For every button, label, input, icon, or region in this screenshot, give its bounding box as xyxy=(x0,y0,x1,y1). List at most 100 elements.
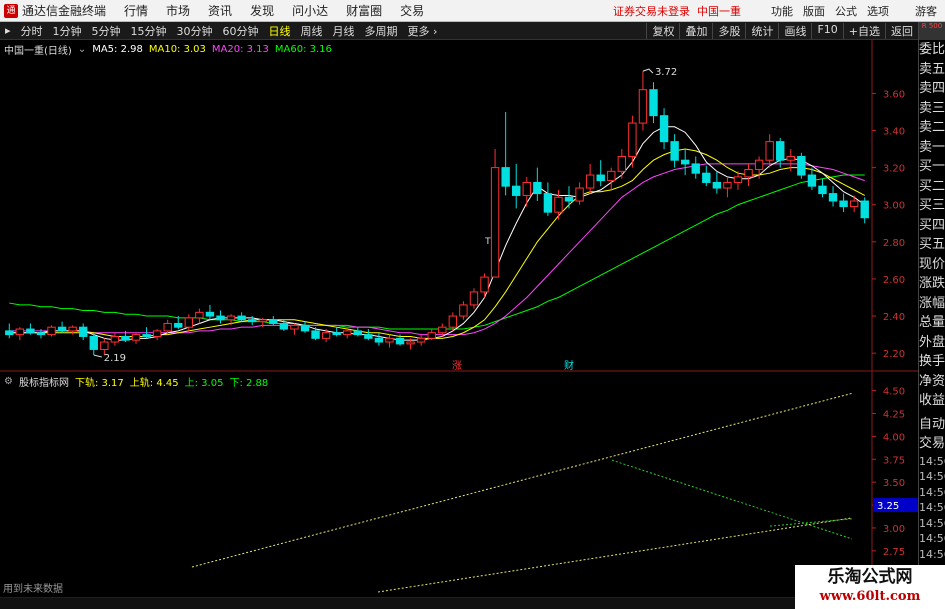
quote-field-15[interactable]: 外盘 xyxy=(919,333,945,353)
auto-trade-label-1[interactable]: 交易 xyxy=(919,434,945,454)
ma60-label: MA60: 3.16 xyxy=(274,43,332,55)
candle-body xyxy=(385,337,394,343)
quote-field-12[interactable]: 涨跌 xyxy=(919,274,945,294)
quote-field-18[interactable]: 收益 xyxy=(919,391,945,411)
quote-field-4[interactable]: 卖二 xyxy=(919,118,945,138)
chart-title: 中国一重(日线) xyxy=(4,45,72,57)
quote-field-0[interactable]: 委比 xyxy=(919,40,945,60)
candle-body xyxy=(311,330,320,339)
candle-body xyxy=(776,141,785,161)
watermark-url: www.60lt.com xyxy=(819,589,921,604)
candle-body xyxy=(247,319,257,323)
finance-badge: 财 xyxy=(564,359,574,372)
candle-body xyxy=(818,185,827,195)
candle-body xyxy=(15,328,25,336)
lower-rail-label: 下轨: 3.17 xyxy=(74,377,124,389)
candle-body xyxy=(459,304,468,317)
quote-field-9[interactable]: 买四 xyxy=(919,216,945,236)
candle-body xyxy=(131,334,141,341)
guest-login[interactable]: 游客 xyxy=(915,3,937,19)
indicator-tick-label: 4.25 xyxy=(883,409,905,420)
high-marker xyxy=(642,68,654,74)
down-label: 下: 2.88 xyxy=(229,377,269,389)
candle-body xyxy=(744,168,753,178)
tick-time: 14:56 xyxy=(919,501,945,514)
quote-badge: R 500 xyxy=(919,22,945,40)
chevron-down-icon[interactable]: ⌄ xyxy=(78,44,86,55)
auto-trade-label-0[interactable]: 自动 xyxy=(919,415,945,435)
indicator-tick-label: 4.00 xyxy=(883,432,905,443)
kline-chart[interactable]: 3.60 3.40 3.20 3.00 2.80 2.60 2.40 2.20 3.72 2.19… xyxy=(0,0,918,598)
quote-field-13[interactable]: 涨幅 xyxy=(919,294,945,314)
quote-field-1[interactable]: 卖五 xyxy=(919,60,945,80)
price-tick-label: 2.40 xyxy=(883,312,905,323)
candle-body xyxy=(860,200,869,219)
ma60-line xyxy=(9,174,865,330)
quote-field-6[interactable]: 买一 xyxy=(919,157,945,177)
candle-body xyxy=(364,334,373,339)
candle-body xyxy=(617,155,627,172)
candle-body xyxy=(638,89,648,124)
candle-body xyxy=(670,141,679,161)
candle-body xyxy=(797,155,806,176)
quote-field-7[interactable]: 买二 xyxy=(919,177,945,197)
candle-body xyxy=(332,332,341,336)
price-tick-label: 3.60 xyxy=(883,89,905,100)
limit-up-badge: 涨 xyxy=(452,360,462,372)
candle-body xyxy=(258,319,267,323)
candle-body xyxy=(469,291,479,306)
candle-body xyxy=(68,326,77,332)
candle-body xyxy=(723,181,732,189)
candle-body xyxy=(353,330,362,336)
price-tick-label: 3.00 xyxy=(883,201,905,212)
quote-field-17[interactable]: 净资 xyxy=(919,372,945,392)
bottom-bar xyxy=(0,598,795,609)
watermark-title: 乐淘公式网 xyxy=(827,567,913,587)
indicator-tick-label: 4.50 xyxy=(883,387,905,398)
candle-body xyxy=(438,326,447,334)
quote-field-8[interactable]: 买三 xyxy=(919,196,945,216)
candle-body xyxy=(290,324,299,330)
main-legend: 中国一重(日线) ⌄ MA5: 2.98 MA10: 3.03 MA20: 3.… xyxy=(0,41,332,57)
quote-field-2[interactable]: 卖四 xyxy=(919,79,945,99)
price-tick-label: 2.60 xyxy=(883,275,905,286)
candle-body xyxy=(649,89,658,117)
candle-body xyxy=(79,326,88,337)
indicator-tick-label: 3.75 xyxy=(883,455,905,466)
quote-field-16[interactable]: 换手 xyxy=(919,352,945,372)
price-tick-label: 2.20 xyxy=(883,349,905,360)
candle-body xyxy=(26,328,35,334)
tick-time: 14:56 xyxy=(919,454,945,468)
quote-field-3[interactable]: 卖三 xyxy=(919,99,945,119)
tick-time: 14:56 xyxy=(919,532,945,545)
future-data-note: 用到未来数据 xyxy=(3,582,63,595)
quote-panel: R 500 委比 卖五 卖四 卖三 卖二 卖一 买一 买二 买三 买四 买五 现价 涨跌 涨幅 总量 外盘 换手… xyxy=(918,22,945,609)
quote-field-11[interactable]: 现价 xyxy=(919,255,945,275)
candle-body xyxy=(691,163,700,174)
candle-body xyxy=(839,200,848,208)
candle-body xyxy=(607,170,616,182)
settings-icon[interactable]: ⚙ xyxy=(4,376,13,387)
ma10-label: MA10: 3.03 xyxy=(148,43,206,55)
candle-body xyxy=(343,330,352,336)
indicator-tick-label: 3.50 xyxy=(883,478,905,489)
candle-body xyxy=(152,330,162,337)
candle-body xyxy=(543,193,553,213)
price-tick-label: 3.40 xyxy=(883,127,905,138)
quote-field-10[interactable]: 买五 xyxy=(919,235,945,255)
price-tick-label: 3.20 xyxy=(883,164,905,175)
candle-body xyxy=(57,326,67,332)
ma5-line xyxy=(9,126,866,341)
candle-body xyxy=(216,315,225,321)
quote-field-14[interactable]: 总量 xyxy=(919,313,945,333)
candle-body xyxy=(406,341,415,345)
candle-body xyxy=(100,341,109,350)
candle-body xyxy=(828,193,838,202)
candle-body xyxy=(427,332,436,339)
candle-body xyxy=(174,322,183,328)
candle-body xyxy=(754,159,764,170)
candle-body xyxy=(300,324,310,332)
quote-field-5[interactable]: 卖一 xyxy=(919,138,945,158)
candle-body xyxy=(702,172,711,183)
ma5-label: MA5: 2.98 xyxy=(92,43,143,55)
